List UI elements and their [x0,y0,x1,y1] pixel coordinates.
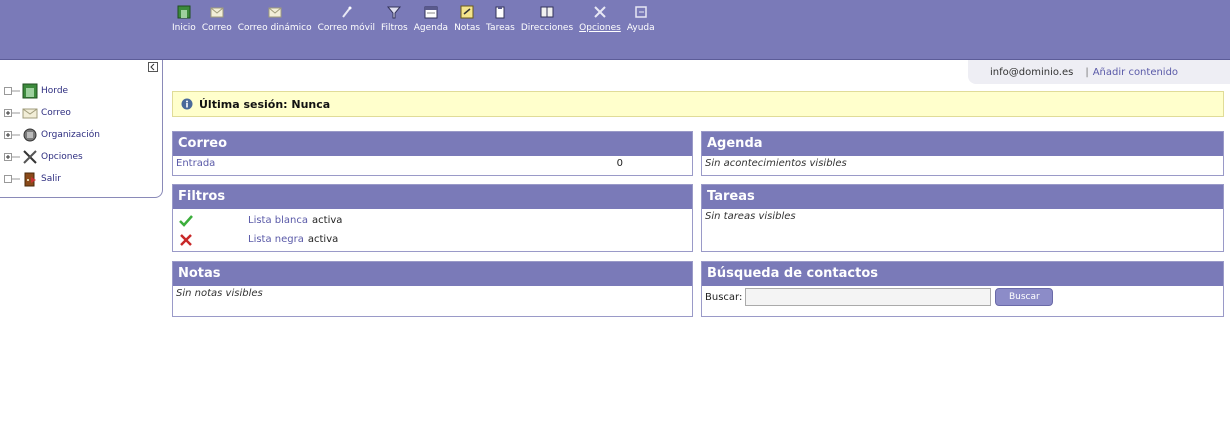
logout-icon [24,172,36,187]
panel-title: Agenda [702,132,1223,156]
dynamic-mail-icon [268,7,282,18]
collapse-sidebar-icon[interactable] [148,62,158,72]
sidebar-item-correo[interactable]: Correo [4,102,100,124]
sidebar: Horde Correo Organización Opciones Salir [0,60,163,198]
nav-opciones[interactable]: Opciones [579,4,621,34]
help-icon [634,6,647,18]
nav-label: Inicio [172,23,196,33]
nav-label: Agenda [413,23,449,33]
filter-whitelist-row: Lista blanca activa [176,211,689,230]
add-content-link[interactable]: Añadir contenido [1093,67,1178,78]
blacklist-status: activa [307,234,339,245]
panel-title: Búsqueda de contactos [702,262,1223,286]
calendar-icon [424,6,438,19]
nav-correo-movil[interactable]: Correo móvil [318,4,375,34]
organization-icon [23,128,37,142]
nav-tareas[interactable]: Tareas [486,4,515,34]
search-button[interactable]: Buscar [995,288,1054,306]
panel-notas: Notas Sin notas visibles [172,261,693,317]
nav-label: Filtros [380,23,408,33]
panel-title: Tareas [702,185,1223,209]
tasks-empty-text: Sin tareas visibles [705,211,796,222]
nav-correo[interactable]: Correo [202,4,232,34]
nav-correo-dinamico[interactable]: Correo dinámico [238,4,312,34]
sidebar-item-label: Salir [41,174,61,184]
contact-search-input[interactable] [745,288,992,306]
search-label: Buscar: [705,291,743,303]
blacklist-link[interactable]: Lista negra [248,234,304,245]
horde-icon [22,83,38,99]
sidebar-item-horde[interactable]: Horde [4,80,100,102]
options-icon [23,150,37,164]
inbox-count: 0 [616,158,623,169]
user-email: info@dominio.es [990,66,1074,78]
main-nav: Inicio Correo Correo dinámico Correo móv… [172,4,661,34]
panel-tareas: Tareas Sin tareas visibles [701,184,1224,252]
cross-icon [180,233,192,246]
panel-busqueda-contactos: Búsqueda de contactos Buscar: Buscar [701,261,1224,317]
panel-title: Filtros [173,185,692,209]
nav-label: Opciones [579,23,621,33]
whitelist-link[interactable]: Lista blanca [248,215,308,226]
filter-icon [387,6,402,19]
sidebar-tree: Horde Correo Organización Opciones Salir [4,80,100,190]
nav-notas[interactable]: Notas [454,4,480,34]
inbox-link[interactable]: Entrada [176,158,215,169]
mail-inbox-row: Entrada 0 [173,156,692,171]
last-session-text: Última sesión: Nunca [199,97,331,111]
home-icon [177,5,191,19]
nav-label: Correo dinámico [237,23,312,33]
sidebar-item-organizacion[interactable]: Organización [4,124,100,146]
mobile-mail-icon [342,6,352,18]
sidebar-item-label: Horde [41,86,69,96]
panel-correo: Correo Entrada 0 [172,131,693,176]
mail-icon [210,7,224,18]
nav-label: Correo [201,23,232,33]
tree-leaf-icon [4,175,20,183]
nav-label: Correo móvil [317,23,375,33]
sidebar-item-salir[interactable]: Salir [4,168,100,190]
whitelist-status: activa [312,215,343,226]
notes-empty-text: Sin notas visibles [176,288,263,299]
separator: | [1085,66,1089,78]
sidebar-item-label: Organización [41,130,100,140]
tree-expand-icon [4,109,20,117]
contact-search-row: Buscar: Buscar [702,286,1223,308]
user-bar: info@dominio.es | Añadir contenido [968,60,1230,84]
nav-label: Tareas [486,23,515,33]
agenda-empty-text: Sin acontecimientos visibles [705,158,847,169]
tasks-icon [495,6,505,19]
nav-ayuda[interactable]: Ayuda [627,4,655,34]
tree-leaf-icon [4,87,20,95]
filter-blacklist-row: Lista negra activa [176,230,689,249]
nav-inicio[interactable]: Inicio [172,4,196,34]
sidebar-item-opciones[interactable]: Opciones [4,146,100,168]
notes-icon [460,5,474,19]
panel-filtros: Filtros Lista blanca activa Lista negra … [172,184,693,252]
nav-label: Direcciones [520,23,574,33]
nav-label: Ayuda [626,23,655,33]
nav-agenda[interactable]: Agenda [414,4,448,34]
filters-list: Lista blanca activa Lista negra activa [173,209,692,251]
options-icon [594,6,606,18]
tree-expand-icon [4,131,20,139]
last-session-notice: Última sesión: Nunca [172,91,1224,117]
nav-direcciones[interactable]: Direcciones [521,4,573,34]
top-toolbar: Inicio Correo Correo dinámico Correo móv… [0,0,1230,60]
mail-icon [22,108,38,119]
tree-expand-icon [4,153,20,161]
info-icon [181,98,193,110]
nav-filtros[interactable]: Filtros [381,4,408,34]
sidebar-item-label: Correo [41,108,71,118]
sidebar-item-label: Opciones [41,152,83,162]
panel-title: Correo [173,132,692,156]
nav-label: Notas [454,23,481,33]
panel-agenda: Agenda Sin acontecimientos visibles [701,131,1224,176]
checkmark-icon [179,214,193,227]
address-book-icon [540,6,554,18]
panel-title: Notas [173,262,692,286]
